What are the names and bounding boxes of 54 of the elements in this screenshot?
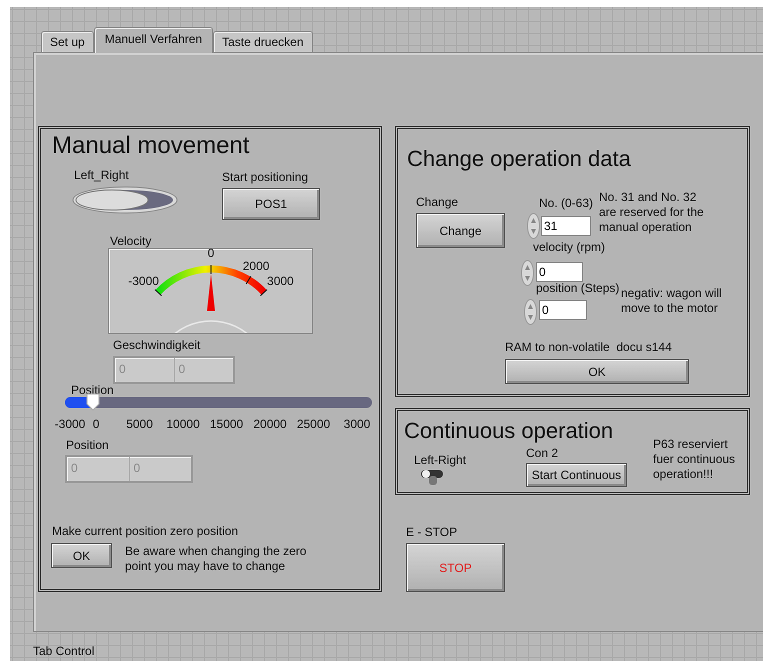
panel-title: Manual movement <box>52 132 250 160</box>
slider-scale-label: 0 <box>92 417 100 431</box>
field-label: No. (0-63) <box>539 196 594 210</box>
tab[interactable]: Manuell Verfahren <box>94 27 214 53</box>
field-label: velocity (rpm) <box>533 240 606 254</box>
button-label: E - STOP <box>406 525 458 539</box>
cluster-label: Position <box>66 438 109 452</box>
spinner-arrows-icon[interactable] <box>527 213 540 239</box>
slider-scale-label: 10000 <box>166 417 200 431</box>
button-label: Change <box>416 195 458 209</box>
slider-scale-label: 25000 <box>296 417 330 431</box>
slider-label: Position <box>71 383 114 397</box>
zero-warning-text: Be aware when changing the zero point you may have to change <box>125 544 308 574</box>
tab[interactable]: Taste druecken <box>213 31 312 52</box>
slider-scale-label: 15000 <box>210 417 244 431</box>
continuous-note: P63 reserviert fuer continuous operation!!! <box>653 437 736 482</box>
slider-scale-label: 5000 <box>126 417 153 431</box>
panel-title: Change operation data <box>407 146 631 172</box>
tab[interactable]: Set up <box>41 31 94 52</box>
negative-note: negativ: wagon will move to the motor <box>621 286 723 316</box>
switch-label: Left-Right <box>414 453 466 467</box>
number-input[interactable]: 0 <box>536 262 583 282</box>
number-input[interactable]: 31 <box>541 216 591 236</box>
button-label: Start positioning <box>222 170 308 184</box>
ok-button[interactable]: OK <box>505 359 689 384</box>
slider-scale-label: 3000 <box>344 417 370 431</box>
gauge-scale-label: 0 <box>208 246 214 260</box>
gauge-label: Velocity <box>110 234 152 248</box>
toggle-switch[interactable] <box>420 468 446 486</box>
panel-title: Continuous operation <box>404 418 614 444</box>
reserved-note: No. 31 and No. 32 are reserved for the manual operation <box>599 190 705 235</box>
button-label: Con 2 <box>526 446 558 460</box>
tab-control-label: Tab Control <box>33 644 94 658</box>
slider-scale-label: 20000 <box>253 417 287 431</box>
slider-scale-label: -3000 <box>54 417 86 431</box>
slider-thumb[interactable] <box>86 393 100 411</box>
field-label: position (Steps) <box>536 281 620 295</box>
gauge-scale-label: 3000 <box>267 274 294 288</box>
toggle-switch[interactable] <box>72 186 178 214</box>
cluster-label: Geschwindigkeit <box>113 338 200 352</box>
ok-button[interactable]: OK <box>51 543 112 568</box>
gauge-scale-label: -3000 <box>128 274 159 288</box>
gauge-scale-label: 2000 <box>242 258 270 273</box>
switch-label: Left_Right <box>74 168 129 182</box>
change-button[interactable]: Change <box>416 213 505 248</box>
geschwindigkeit-display: 0 0 <box>113 356 235 384</box>
zero-position-label: Make current position zero position <box>52 524 238 538</box>
pos1-button[interactable]: POS1 <box>222 188 320 220</box>
position-display: 0 0 <box>65 455 193 483</box>
ram-label: RAM to non-volatile docu s144 <box>505 340 672 354</box>
number-input[interactable]: 0 <box>539 300 587 320</box>
spinner-arrows-icon[interactable] <box>524 299 537 325</box>
start-continuous-button[interactable]: Start Continuous <box>526 463 627 487</box>
spinner-arrows-icon[interactable] <box>521 260 534 286</box>
